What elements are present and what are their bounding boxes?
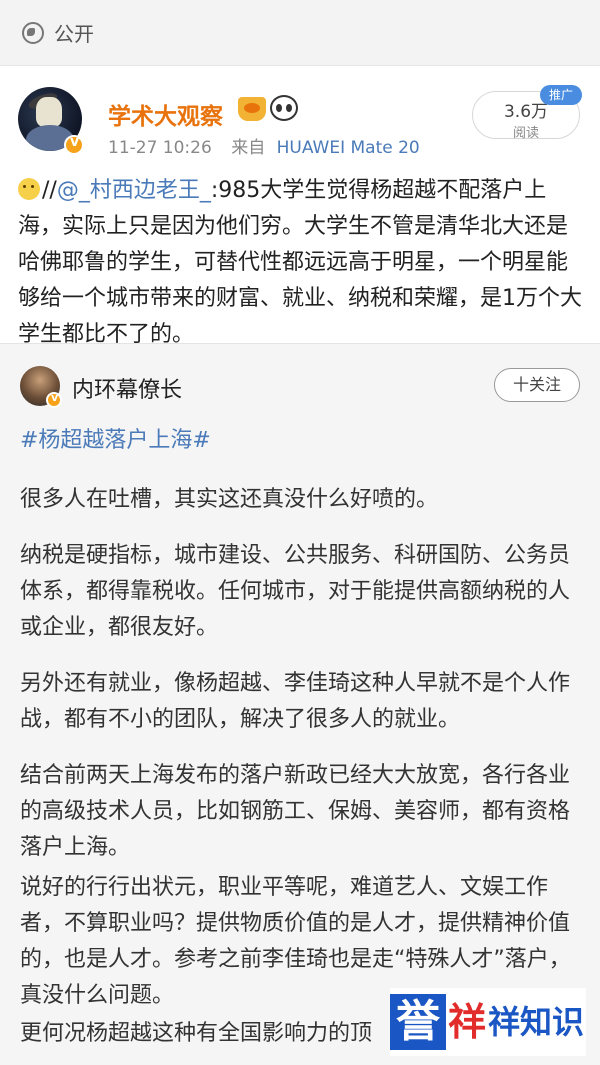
visibility-label: 公开 bbox=[54, 22, 94, 46]
repost-prefix: // bbox=[42, 178, 57, 203]
verified-badge-icon bbox=[46, 391, 62, 408]
reposted-card[interactable]: 内环幕僚长 十关注 #杨超越落户上海# 很多人在吐槽，其实这还真没什么好喷的。 … bbox=[0, 343, 600, 1065]
post-text: //@_村西边老王_:985大学生觉得杨超越不配落户上海，实际上只是因为他们穷。… bbox=[18, 173, 584, 353]
username[interactable]: 学术大观察 bbox=[108, 97, 223, 131]
paragraph: 很多人在吐槽，其实这还真没什么好喷的。 bbox=[20, 487, 439, 512]
source-prefix: 来自 bbox=[231, 138, 266, 158]
globe-icon bbox=[22, 21, 44, 44]
mention-link[interactable]: @_村西边老王_ bbox=[57, 178, 211, 203]
timestamp: 11-27 10:26 bbox=[108, 138, 212, 158]
watermark-logo: 誉 祥 祥知识 bbox=[390, 988, 586, 1056]
post-meta: 11-27 10:26 来自 HUAWEI Mate 20 bbox=[108, 133, 420, 158]
paragraph: 结合前两天上海发布的落户新政已经大大放宽，各行各业的高级技术人员，比如钢筋工、保… bbox=[20, 763, 571, 860]
device-link[interactable]: HUAWEI Mate 20 bbox=[277, 138, 420, 158]
visibility-bar[interactable]: 公开 bbox=[0, 0, 600, 66]
repost-author-name[interactable]: 内环幕僚长 bbox=[72, 372, 182, 404]
follow-button[interactable]: 十关注 bbox=[494, 368, 580, 402]
verified-badge-icon bbox=[64, 134, 84, 155]
topic-hashtag[interactable]: #杨超越落户上海# bbox=[20, 422, 211, 454]
promo-badge[interactable]: 推广 bbox=[540, 85, 582, 105]
paragraph: 纳税是硬指标，城市建设、公共服务、科研国防、公务员体系，都得靠税收。任何城市，对… bbox=[20, 543, 571, 640]
paragraph: 另外还有就业，像杨超越、李佳琦这种人早就不是个人作战，都有不小的团队，解决了很多… bbox=[20, 671, 571, 732]
reads-label: 阅读 bbox=[512, 126, 539, 141]
smile-emoji-icon bbox=[18, 178, 40, 200]
post-body-text: :985大学生觉得杨超越不配落户上海，实际上只是因为他们穷。大学生不管是清华北大… bbox=[18, 178, 582, 347]
crown-icon bbox=[238, 97, 266, 121]
panda-icon bbox=[270, 95, 298, 121]
